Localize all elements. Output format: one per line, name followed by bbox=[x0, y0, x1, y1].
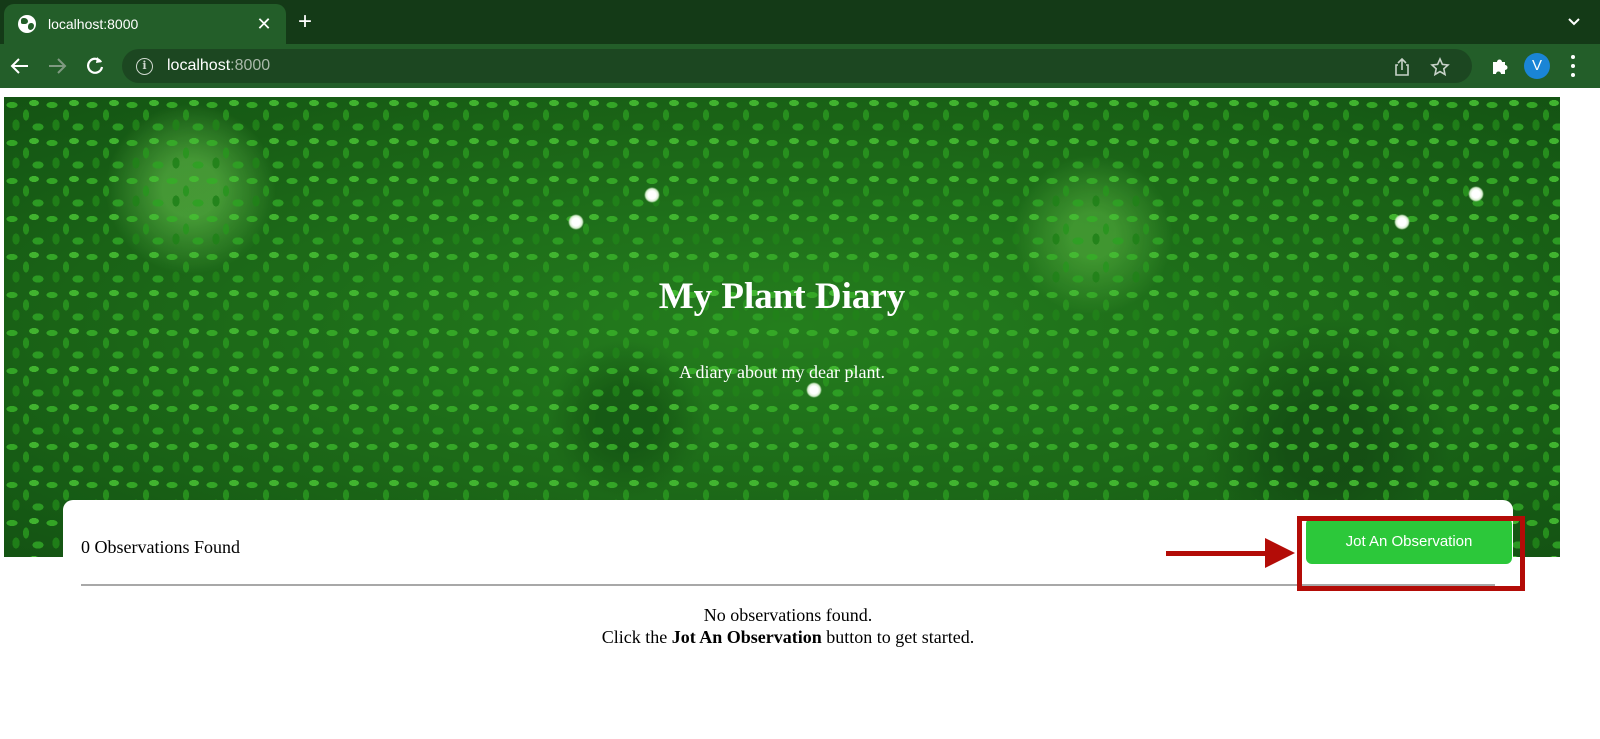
empty-state-button-reference: Jot An Observation bbox=[671, 627, 822, 647]
address-bar[interactable]: i localhost:8000 bbox=[122, 49, 1472, 83]
clover-flower-icon bbox=[568, 214, 584, 230]
observations-count: 0 Observations Found bbox=[81, 537, 240, 557]
observations-card: 0 Observations Found Jot An Observation … bbox=[63, 500, 1513, 739]
browser-toolbar: i localhost:8000 V bbox=[0, 44, 1600, 88]
share-icon[interactable] bbox=[1392, 57, 1412, 77]
globe-icon bbox=[18, 15, 36, 33]
annotation-highlight-box bbox=[1297, 516, 1525, 591]
page-subtitle: A diary about my dear plant. bbox=[679, 362, 885, 382]
tab-strip: localhost:8000 ✕ + bbox=[0, 0, 1600, 44]
clover-flower-icon bbox=[1394, 214, 1410, 230]
empty-state-message: No observations found. bbox=[703, 605, 873, 625]
url-port: :8000 bbox=[230, 57, 271, 74]
annotation-arrow-head bbox=[1265, 538, 1295, 568]
puzzle-icon[interactable] bbox=[1490, 56, 1510, 76]
chevron-down-icon[interactable] bbox=[1566, 13, 1582, 29]
forward-arrow-icon[interactable] bbox=[45, 54, 69, 78]
kebab-menu-icon[interactable] bbox=[1570, 55, 1576, 77]
tab-title: localhost:8000 bbox=[48, 16, 139, 32]
profile-avatar[interactable]: V bbox=[1524, 53, 1550, 79]
clover-flower-icon bbox=[1468, 186, 1484, 202]
empty-state-instruction: Click the Jot An Observation button to g… bbox=[601, 627, 975, 647]
new-tab-button[interactable]: + bbox=[298, 10, 312, 34]
divider bbox=[81, 584, 1495, 586]
url-host: localhost bbox=[167, 57, 231, 74]
page-title: My Plant Diary bbox=[658, 276, 906, 317]
reload-icon[interactable] bbox=[83, 54, 107, 78]
hero-banner: My Plant Diary A diary about my dear pla… bbox=[4, 97, 1560, 557]
clover-flower-icon bbox=[806, 382, 822, 398]
close-icon[interactable]: ✕ bbox=[254, 14, 274, 35]
info-icon[interactable]: i bbox=[136, 57, 153, 75]
annotation-arrow bbox=[1166, 551, 1278, 556]
star-icon[interactable] bbox=[1430, 57, 1450, 77]
browser-tab[interactable]: localhost:8000 ✕ bbox=[4, 4, 286, 44]
back-arrow-icon[interactable] bbox=[8, 54, 32, 78]
clover-flower-icon bbox=[644, 187, 660, 203]
